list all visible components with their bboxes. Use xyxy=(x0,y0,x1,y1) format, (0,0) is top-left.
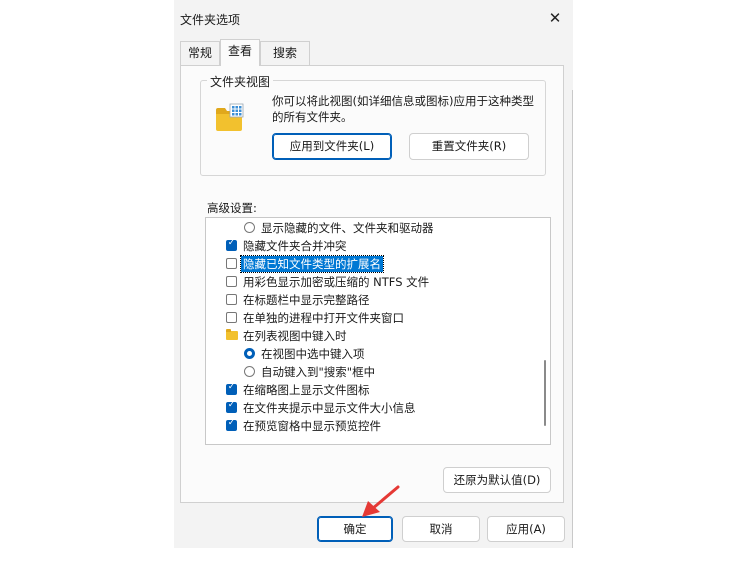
advanced-settings-label: 高级设置: xyxy=(207,201,257,215)
radio-button[interactable] xyxy=(244,348,255,359)
radio-button[interactable] xyxy=(244,222,255,233)
title-bar[interactable]: 文件夹选项 ✕ xyxy=(174,0,573,36)
red-pointer-arrow-icon xyxy=(362,485,400,517)
setting-row[interactable]: 隐藏已知文件类型的扩展名 xyxy=(206,255,536,273)
dialog-title: 文件夹选项 xyxy=(180,13,241,27)
window-edge xyxy=(572,90,573,548)
radio-button[interactable] xyxy=(244,366,255,377)
setting-group-row: 在列表视图中键入时 xyxy=(206,327,536,345)
apply-button[interactable]: 应用(A) xyxy=(487,516,565,542)
setting-row[interactable]: 在标题栏中显示完整路径 xyxy=(206,291,536,309)
checkbox[interactable] xyxy=(226,382,237,395)
folder-icon xyxy=(226,329,238,340)
folder-view-icon xyxy=(216,103,244,131)
restore-defaults-button[interactable]: 还原为默认值(D) xyxy=(443,467,551,493)
setting-label: 在预览窗格中显示预览控件 xyxy=(243,419,381,433)
setting-row[interactable]: 用彩色显示加密或压缩的 NTFS 文件 xyxy=(206,273,536,291)
setting-label: 自动键入到"搜索"框中 xyxy=(261,365,376,379)
setting-group-label: 在列表视图中键入时 xyxy=(243,329,347,343)
checkbox[interactable] xyxy=(226,258,237,269)
apply-to-folders-button[interactable]: 应用到文件夹(L) xyxy=(272,133,392,160)
scrollbar-thumb[interactable] xyxy=(544,360,546,426)
view-tab-panel: 文件夹视图 你可以将此视图(如详细信息或图标)应用于这种类型的所有文件夹。 应用… xyxy=(180,65,564,503)
folder-options-dialog: 文件夹选项 ✕ 常规 查看 搜索 文件夹视图 你可以将此视图(如详细信息或图标)… xyxy=(174,0,573,548)
ok-button[interactable]: 确定 xyxy=(317,516,393,542)
setting-label-selected: 隐藏已知文件类型的扩展名 xyxy=(240,255,384,273)
checkbox[interactable] xyxy=(226,294,237,305)
reset-folders-button[interactable]: 重置文件夹(R) xyxy=(409,133,529,160)
folder-views-group: 文件夹视图 你可以将此视图(如详细信息或图标)应用于这种类型的所有文件夹。 应用… xyxy=(200,73,546,176)
setting-label: 在缩略图上显示文件图标 xyxy=(243,383,370,397)
setting-label: 在文件夹提示中显示文件大小信息 xyxy=(243,401,416,415)
checkbox[interactable] xyxy=(226,276,237,287)
setting-row[interactable]: 自动键入到"搜索"框中 xyxy=(206,363,536,381)
setting-row[interactable]: 在缩略图上显示文件图标 xyxy=(206,381,536,399)
setting-label: 显示隐藏的文件、文件夹和驱动器 xyxy=(261,221,434,235)
setting-label: 在视图中选中键入项 xyxy=(261,347,365,361)
setting-label: 隐藏文件夹合并冲突 xyxy=(243,239,347,253)
checkbox[interactable] xyxy=(226,418,237,431)
setting-row[interactable]: 在文件夹提示中显示文件大小信息 xyxy=(206,399,536,417)
setting-label: 在标题栏中显示完整路径 xyxy=(243,293,370,307)
advanced-settings-list[interactable]: 显示隐藏的文件、文件夹和驱动器 隐藏文件夹合并冲突 隐藏已知文件类型的扩展名 用… xyxy=(205,217,551,445)
tab-view[interactable]: 查看 xyxy=(220,39,260,66)
cancel-button[interactable]: 取消 xyxy=(402,516,480,542)
close-icon[interactable]: ✕ xyxy=(544,8,566,28)
setting-row[interactable]: 在视图中选中键入项 xyxy=(206,345,536,363)
tab-search[interactable]: 搜索 xyxy=(260,41,310,65)
setting-row[interactable]: 隐藏文件夹合并冲突 xyxy=(206,237,536,255)
checkbox[interactable] xyxy=(226,400,237,413)
setting-label: 用彩色显示加密或压缩的 NTFS 文件 xyxy=(243,275,430,289)
tab-general[interactable]: 常规 xyxy=(180,41,220,65)
setting-row[interactable]: 在预览窗格中显示预览控件 xyxy=(206,417,536,435)
folder-views-description: 你可以将此视图(如详细信息或图标)应用于这种类型的所有文件夹。 xyxy=(272,94,534,124)
folder-views-legend: 文件夹视图 xyxy=(207,73,274,90)
checkbox[interactable] xyxy=(226,238,237,251)
setting-label: 在单独的进程中打开文件夹窗口 xyxy=(243,311,404,325)
setting-row[interactable]: 在单独的进程中打开文件夹窗口 xyxy=(206,309,536,327)
setting-row[interactable]: 显示隐藏的文件、文件夹和驱动器 xyxy=(206,219,536,237)
checkbox[interactable] xyxy=(226,312,237,323)
